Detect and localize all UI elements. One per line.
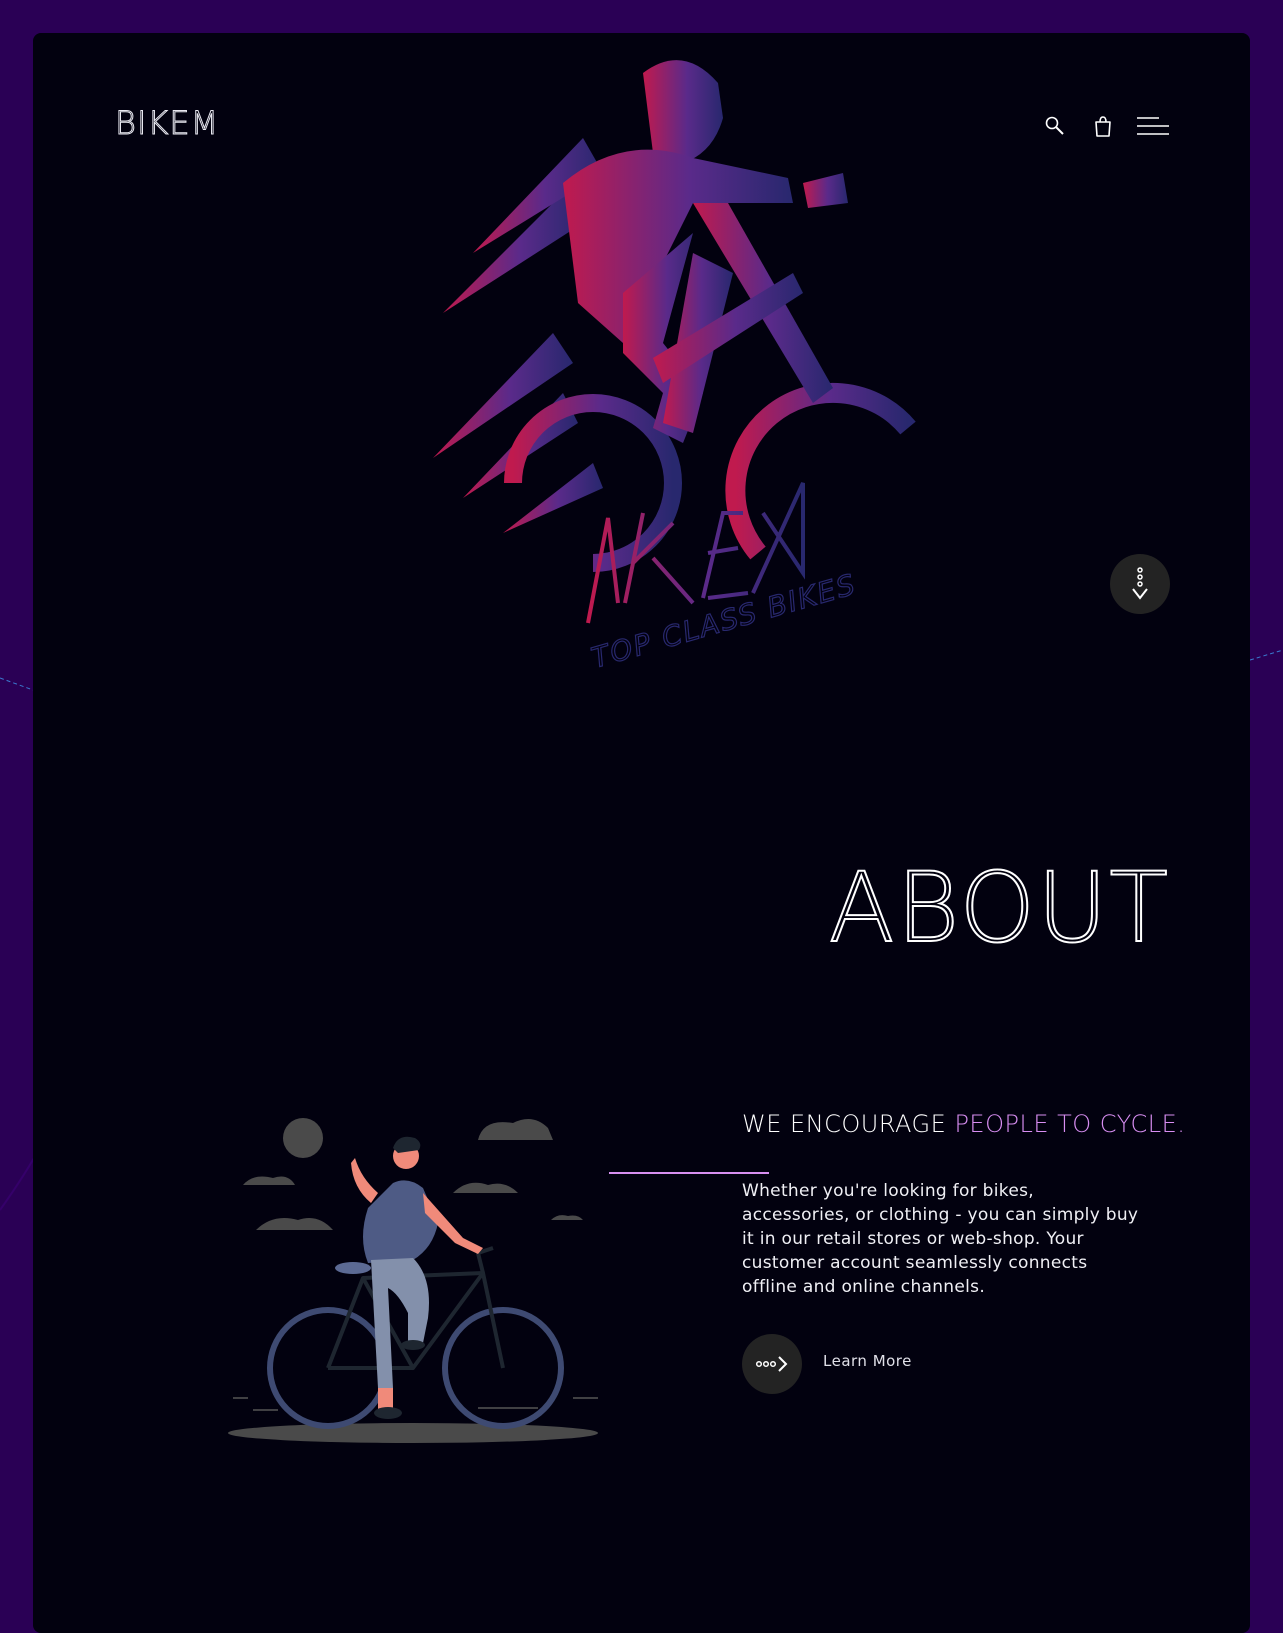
hero-rider-logo: TOP CLASS BIKES [433,60,916,675]
scroll-down-button[interactable] [1110,554,1170,614]
learn-more-button[interactable] [742,1334,802,1394]
brand-logo[interactable]: BIKEM [114,103,219,143]
headline-part1: WE ENCOURAGE [742,1110,955,1138]
headline-highlight: PEOPLE TO CYCLE. [954,1110,1186,1138]
about-title: ABOUT [828,852,1170,964]
learn-more-link[interactable]: Learn More [823,1352,912,1370]
main-card: BIKEM TOP CLASS BIKES ABOUT WE ENCOURAGE… [33,33,1250,1633]
cyclist-illustration [228,1118,598,1443]
menu-icon[interactable] [1136,111,1170,141]
about-headline: WE ENCOURAGE PEOPLE TO CYCLE. [742,1109,1185,1139]
bag-icon[interactable] [1088,111,1118,141]
about-body: Whether you're looking for bikes, access… [742,1181,1139,1297]
header-nav [1040,111,1170,141]
search-icon[interactable] [1040,111,1070,141]
dots-arrow-right-icon [755,1356,788,1372]
scroll-down-icon [1132,567,1148,600]
accent-divider [609,1172,769,1174]
